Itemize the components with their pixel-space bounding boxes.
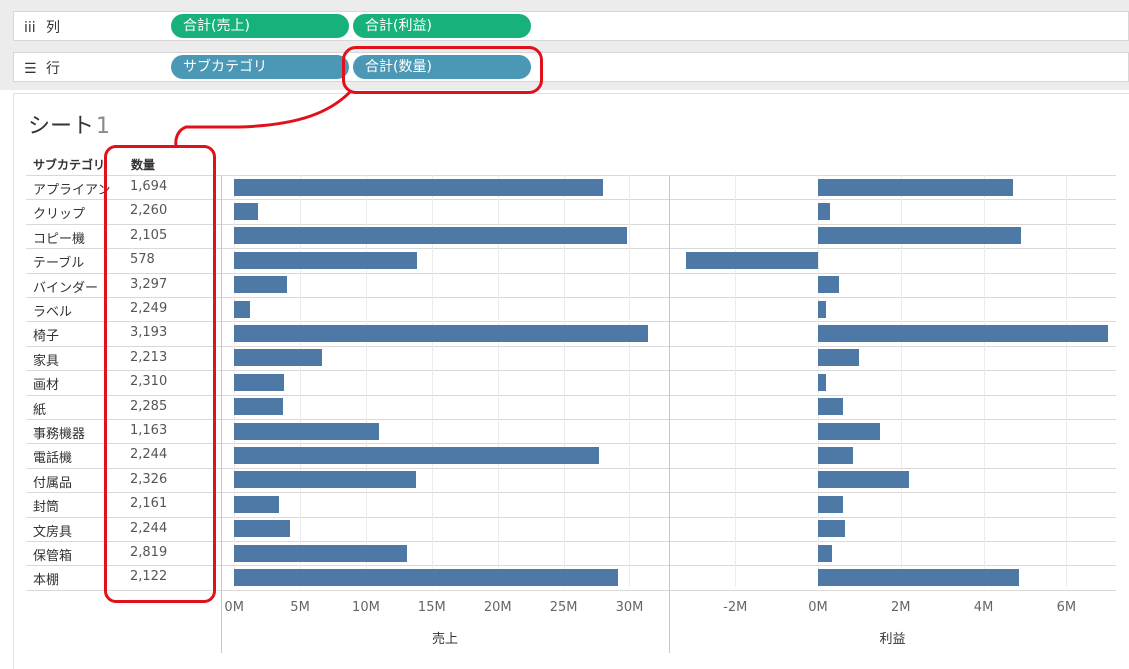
highlight-connector [174, 90, 352, 147]
